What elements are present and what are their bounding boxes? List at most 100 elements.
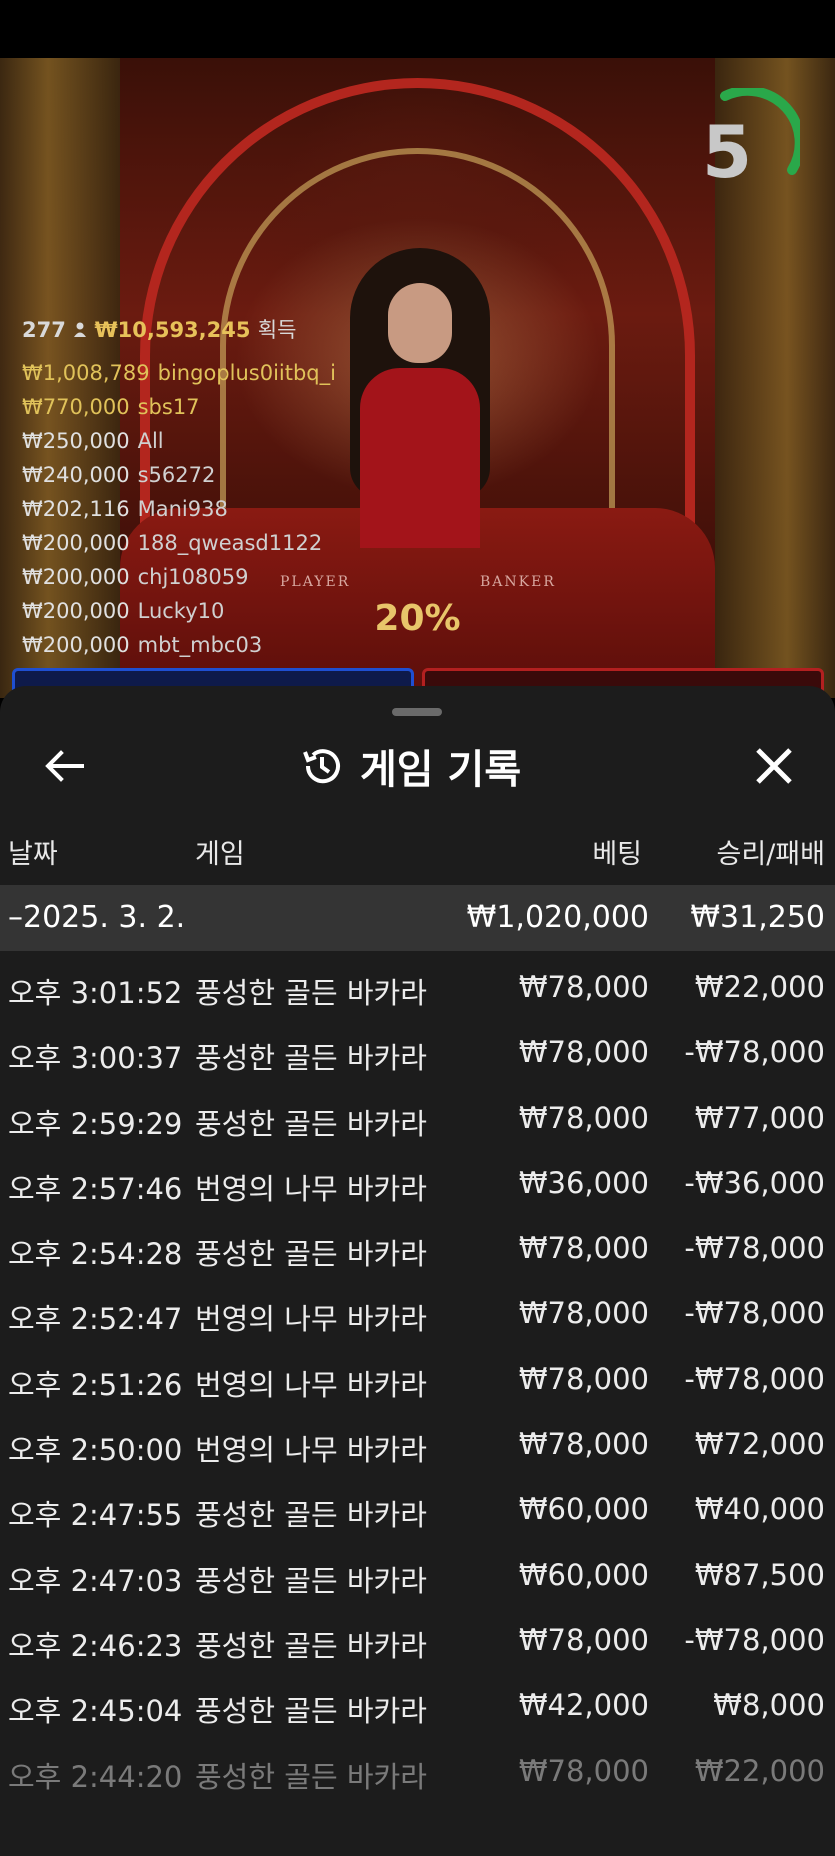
row-bet: ₩60,000	[518, 1557, 649, 1592]
row-time: 오후 2:57:46	[8, 1171, 183, 1206]
winner-row: ₩240,000 s56272	[22, 458, 352, 492]
history-row[interactable]: 오후 2:50:00 번영의 나무 바카라 ₩78,000 ₩72,000	[0, 1411, 835, 1476]
history-row[interactable]: 오후 2:52:47 번영의 나무 바카라 ₩78,000 -₩78,000	[0, 1280, 835, 1345]
row-bet: ₩78,000	[518, 1622, 649, 1657]
column-headers: 날짜 게임 베팅 승리/패배	[0, 832, 835, 876]
row-game: 번영의 나무 바카라	[195, 1433, 427, 1468]
row-bet: ₩78,000	[518, 1427, 649, 1462]
winner-amount: ₩200,000	[22, 565, 130, 589]
winner-row: ₩200,000 188_qweasd1122	[22, 526, 352, 560]
col-result: 승리/패배	[716, 839, 825, 870]
row-time: 오후 2:47:03	[8, 1563, 183, 1598]
drag-handle[interactable]	[392, 708, 442, 716]
row-game: 풍성한 골든 바카라	[195, 1563, 427, 1598]
row-result: ₩8,000	[713, 1688, 825, 1723]
winner-row: ₩770,000 sbs17	[22, 390, 352, 424]
row-result: ₩77,000	[694, 1100, 825, 1135]
dealer	[340, 248, 500, 548]
winner-amount: ₩202,116	[22, 497, 130, 521]
arrow-left-icon	[45, 750, 84, 782]
row-time: 오후 2:59:29	[8, 1106, 183, 1141]
top-black-bar	[0, 0, 835, 58]
history-row[interactable]: 오후 2:54:28 풍성한 골든 바카라 ₩78,000 -₩78,000	[0, 1215, 835, 1280]
history-row[interactable]: 오후 2:57:46 번영의 나무 바카라 ₩36,000 -₩36,000	[0, 1150, 835, 1215]
row-bet: ₩42,000	[518, 1688, 649, 1723]
row-time: 오후 3:01:52	[8, 976, 183, 1010]
row-time: 오후 2:50:00	[8, 1433, 183, 1468]
row-bet: ₩78,000	[518, 1753, 649, 1788]
row-game: 풍성한 골든 바카라	[195, 976, 427, 1010]
history-row[interactable]: 오후 2:47:55 풍성한 골든 바카라 ₩60,000 ₩40,000	[0, 1476, 835, 1541]
date-group-summary[interactable]: –2025. 3. 2. ₩1,020,000 ₩31,250	[0, 885, 835, 951]
row-game: 풍성한 골든 바카라	[195, 1628, 427, 1663]
history-row[interactable]: 오후 2:59:29 풍성한 골든 바카라 ₩78,000 ₩77,000	[0, 1085, 835, 1150]
row-time: 오후 2:46:23	[8, 1628, 183, 1663]
row-game: 번영의 나무 바카라	[195, 1302, 427, 1337]
row-game: 풍성한 골든 바카라	[195, 1237, 427, 1272]
row-bet: ₩60,000	[518, 1492, 649, 1527]
winner-amount: ₩200,000	[22, 531, 130, 555]
sheet-title: 게임 기록	[300, 738, 521, 794]
winner-row: ₩200,000 mbt_mbc03	[22, 628, 352, 662]
table-label-banker: BANKER	[480, 574, 556, 590]
row-bet: ₩78,000	[518, 1361, 649, 1396]
winner-name: chj108059	[137, 565, 249, 589]
row-result: -₩78,000	[684, 1296, 825, 1331]
summary-bet: ₩1,020,000	[466, 900, 649, 935]
close-button[interactable]	[746, 738, 802, 794]
page-title: 게임 기록	[360, 747, 522, 793]
winner-amount: ₩240,000	[22, 463, 130, 487]
row-game: 풍성한 골든 바카라	[195, 1041, 427, 1076]
row-time: 오후 2:54:28	[8, 1237, 183, 1272]
row-result: ₩22,000	[694, 970, 825, 1004]
history-row[interactable]: 오후 2:47:03 풍성한 골든 바카라 ₩60,000 ₩87,500	[0, 1542, 835, 1607]
history-row[interactable]: 오후 2:46:23 풍성한 골든 바카라 ₩78,000 -₩78,000	[0, 1607, 835, 1672]
row-result: ₩22,000	[694, 1753, 825, 1788]
history-row[interactable]: 오후 2:51:26 번영의 나무 바카라 ₩78,000 -₩78,000	[0, 1346, 835, 1411]
row-result: -₩78,000	[684, 1231, 825, 1266]
winner-amount: ₩770,000	[22, 395, 130, 419]
row-bet: ₩78,000	[518, 1296, 649, 1331]
row-bet: ₩78,000	[518, 970, 649, 1004]
winner-name: sbs17	[137, 395, 200, 419]
sheet-header: 게임 기록	[0, 726, 835, 806]
row-game: 풍성한 골든 바카라	[195, 1759, 427, 1794]
row-time: 오후 2:44:20	[8, 1759, 183, 1794]
row-bet: ₩36,000	[518, 1165, 649, 1200]
row-result: ₩40,000	[694, 1492, 825, 1527]
history-icon	[303, 749, 340, 784]
winner-name: Mani938	[137, 497, 228, 521]
winner-amount: ₩250,000	[22, 429, 130, 453]
countdown-number: 5	[701, 110, 753, 194]
row-bet: ₩78,000	[518, 1035, 649, 1070]
winner-name: mbt_mbc03	[137, 633, 263, 657]
row-game: 번영의 나무 바카라	[195, 1171, 427, 1206]
row-time: 오후 2:47:55	[8, 1498, 183, 1533]
winners-list: 277 ₩10,593,245 획득 ₩1,008,789 bingoplus0i…	[22, 314, 352, 696]
summary-date: –2025. 3. 2.	[8, 900, 186, 935]
row-result: -₩78,000	[684, 1361, 825, 1396]
back-button[interactable]	[38, 740, 90, 792]
winner-amount: ₩1,008,789	[22, 361, 150, 385]
col-game: 게임	[195, 839, 245, 870]
row-time: 오후 2:52:47	[8, 1302, 183, 1337]
history-row[interactable]: 오후 2:45:04 풍성한 골든 바카라 ₩42,000 ₩8,000	[0, 1672, 835, 1737]
round-percent: 20%	[374, 598, 461, 639]
winners-summary: 277 ₩10,593,245 획득	[22, 318, 297, 342]
history-row[interactable]: 오후 3:01:52 풍성한 골든 바카라 ₩78,000 ₩22,000	[0, 954, 835, 1019]
history-row[interactable]: 오후 2:44:20 풍성한 골든 바카라 ₩78,000 ₩22,000	[0, 1738, 835, 1803]
row-bet: ₩78,000	[518, 1100, 649, 1135]
row-result: -₩36,000	[684, 1165, 825, 1200]
winner-name: s56272	[137, 463, 216, 487]
winner-name: bingoplus0iitbq_i	[157, 361, 336, 385]
row-result: ₩87,500	[694, 1557, 825, 1592]
history-row[interactable]: 오후 3:00:37 풍성한 골든 바카라 ₩78,000 -₩78,000	[0, 1019, 835, 1084]
winner-row: ₩200,000 chj108059	[22, 560, 352, 594]
col-date: 날짜	[8, 839, 58, 870]
row-result: -₩78,000	[684, 1035, 825, 1070]
winner-amount: ₩200,000	[22, 633, 130, 657]
row-game: 풍성한 골든 바카라	[195, 1694, 427, 1729]
row-game: 풍성한 골든 바카라	[195, 1498, 427, 1533]
winner-name: Lucky10	[137, 599, 225, 623]
summary-result: ₩31,250	[690, 900, 825, 935]
